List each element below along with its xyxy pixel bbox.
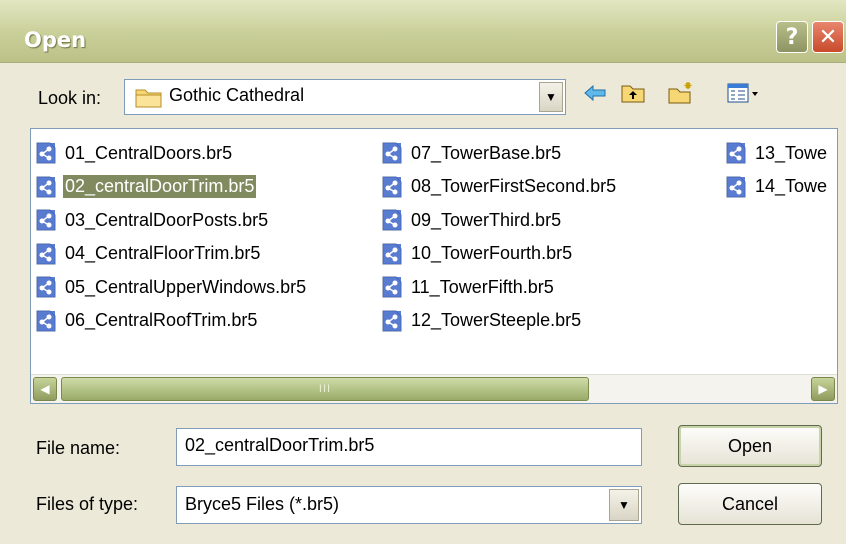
- file-item[interactable]: 13_Towe: [725, 140, 829, 166]
- file-item-name: 04_CentralFloorTrim.br5: [65, 243, 261, 263]
- back-arrow-icon: [583, 84, 607, 107]
- bryce-file-icon: [381, 176, 403, 198]
- scroll-thumb[interactable]: III: [61, 377, 589, 401]
- file-item-name: 06_CentralRoofTrim.br5: [65, 310, 258, 330]
- chevron-down-icon: ▼: [545, 90, 557, 104]
- folder-icon: [135, 86, 163, 113]
- file-item-name: 07_TowerBase.br5: [411, 142, 562, 163]
- cancel-button[interactable]: Cancel: [678, 483, 822, 525]
- help-button[interactable]: ?: [776, 21, 808, 53]
- bryce-file-icon: [381, 276, 403, 298]
- file-name-label: File name:: [36, 438, 121, 458]
- window-title: Open: [24, 28, 87, 52]
- scroll-left-button[interactable]: ◀: [33, 377, 57, 401]
- scroll-right-button[interactable]: ▶: [811, 377, 835, 401]
- bryce-file-icon: [725, 176, 747, 198]
- horizontal-scrollbar[interactable]: ◀ III ▶: [31, 374, 837, 403]
- view-menu-icon: [726, 82, 762, 109]
- look-in-dropdown-button[interactable]: ▼: [539, 82, 563, 112]
- file-item[interactable]: 14_Towe: [725, 174, 829, 200]
- bryce-file-icon: [35, 243, 57, 265]
- up-folder-button[interactable]: [618, 80, 648, 110]
- back-button[interactable]: [580, 80, 610, 110]
- file-item[interactable]: 09_TowerThird.br5: [381, 207, 563, 233]
- file-item-name: 02_centralDoorTrim.br5: [63, 175, 257, 198]
- file-type-combo[interactable]: Bryce5 Files (*.br5) ▼: [176, 486, 642, 524]
- file-item-name: 14_Towe: [755, 176, 828, 196]
- file-type-dropdown-button[interactable]: ▼: [609, 489, 639, 521]
- file-list[interactable]: 01_CentralDoors.br5 02_centralDoorTrim.br…: [30, 128, 838, 404]
- file-item[interactable]: 01_CentralDoors.br5: [35, 140, 234, 166]
- chevron-left-icon: ◀: [40, 382, 50, 396]
- look-in-value: Gothic Cathedral: [169, 85, 305, 105]
- new-folder-button[interactable]: [666, 80, 696, 110]
- file-item-name: 05_CentralUpperWindows.br5: [65, 276, 307, 297]
- file-item[interactable]: 06_CentralRoofTrim.br5: [35, 308, 259, 334]
- file-item-name: 01_CentralDoors.br5: [65, 142, 233, 163]
- file-item[interactable]: 05_CentralUpperWindows.br5: [35, 274, 308, 300]
- look-in-label: Look in:: [38, 88, 102, 108]
- bryce-file-icon: [35, 142, 57, 164]
- file-item[interactable]: 07_TowerBase.br5: [381, 140, 563, 166]
- file-item-name: 13_Towe: [755, 142, 828, 163]
- file-type-value: Bryce5 Files (*.br5): [185, 494, 340, 514]
- title-bar: Open ? ✕: [0, 0, 846, 63]
- bryce-file-icon: [35, 310, 57, 332]
- file-name-input[interactable]: 02_centralDoorTrim.br5: [176, 428, 642, 466]
- scroll-thumb-grip: III: [318, 383, 332, 395]
- file-item-name: 09_TowerThird.br5: [411, 209, 562, 230]
- file-item-name: 12_TowerSteeple.br5: [411, 310, 582, 330]
- chevron-right-icon: ▶: [818, 382, 828, 396]
- file-item-name: 11_TowerFifth.br5: [411, 276, 554, 297]
- file-item[interactable]: 12_TowerSteeple.br5: [381, 308, 583, 334]
- file-type-label: Files of type:: [36, 494, 139, 514]
- close-button[interactable]: ✕: [812, 21, 844, 53]
- file-item[interactable]: 08_TowerFirstSecond.br5: [381, 174, 618, 200]
- up-folder-icon: [620, 82, 646, 109]
- bryce-file-icon: [381, 310, 403, 332]
- bryce-file-icon: [35, 276, 57, 298]
- file-item-name: 10_TowerFourth.br5: [411, 243, 573, 263]
- file-item[interactable]: 11_TowerFifth.br5: [381, 274, 556, 300]
- look-in-combo[interactable]: Gothic Cathedral ▼: [124, 79, 566, 115]
- open-button[interactable]: Open: [678, 425, 822, 467]
- file-item[interactable]: 10_TowerFourth.br5: [381, 241, 574, 267]
- chevron-down-icon: ▼: [618, 498, 630, 512]
- help-icon: ?: [785, 24, 799, 50]
- close-icon: ✕: [818, 24, 838, 50]
- bryce-file-icon: [381, 209, 403, 231]
- file-item[interactable]: 02_centralDoorTrim.br5: [35, 174, 257, 200]
- view-menu-button[interactable]: [724, 80, 764, 110]
- bryce-file-icon: [381, 243, 403, 265]
- bryce-file-icon: [35, 176, 57, 198]
- new-folder-icon: [667, 81, 695, 110]
- bryce-file-icon: [35, 209, 57, 231]
- file-item[interactable]: 04_CentralFloorTrim.br5: [35, 241, 262, 267]
- bryce-file-icon: [381, 142, 403, 164]
- file-item[interactable]: 03_CentralDoorPosts.br5: [35, 207, 270, 233]
- bryce-file-icon: [725, 142, 747, 164]
- file-item-name: 08_TowerFirstSecond.br5: [411, 176, 617, 196]
- file-name-value: 02_centralDoorTrim.br5: [185, 435, 375, 455]
- file-item-name: 03_CentralDoorPosts.br5: [65, 209, 269, 230]
